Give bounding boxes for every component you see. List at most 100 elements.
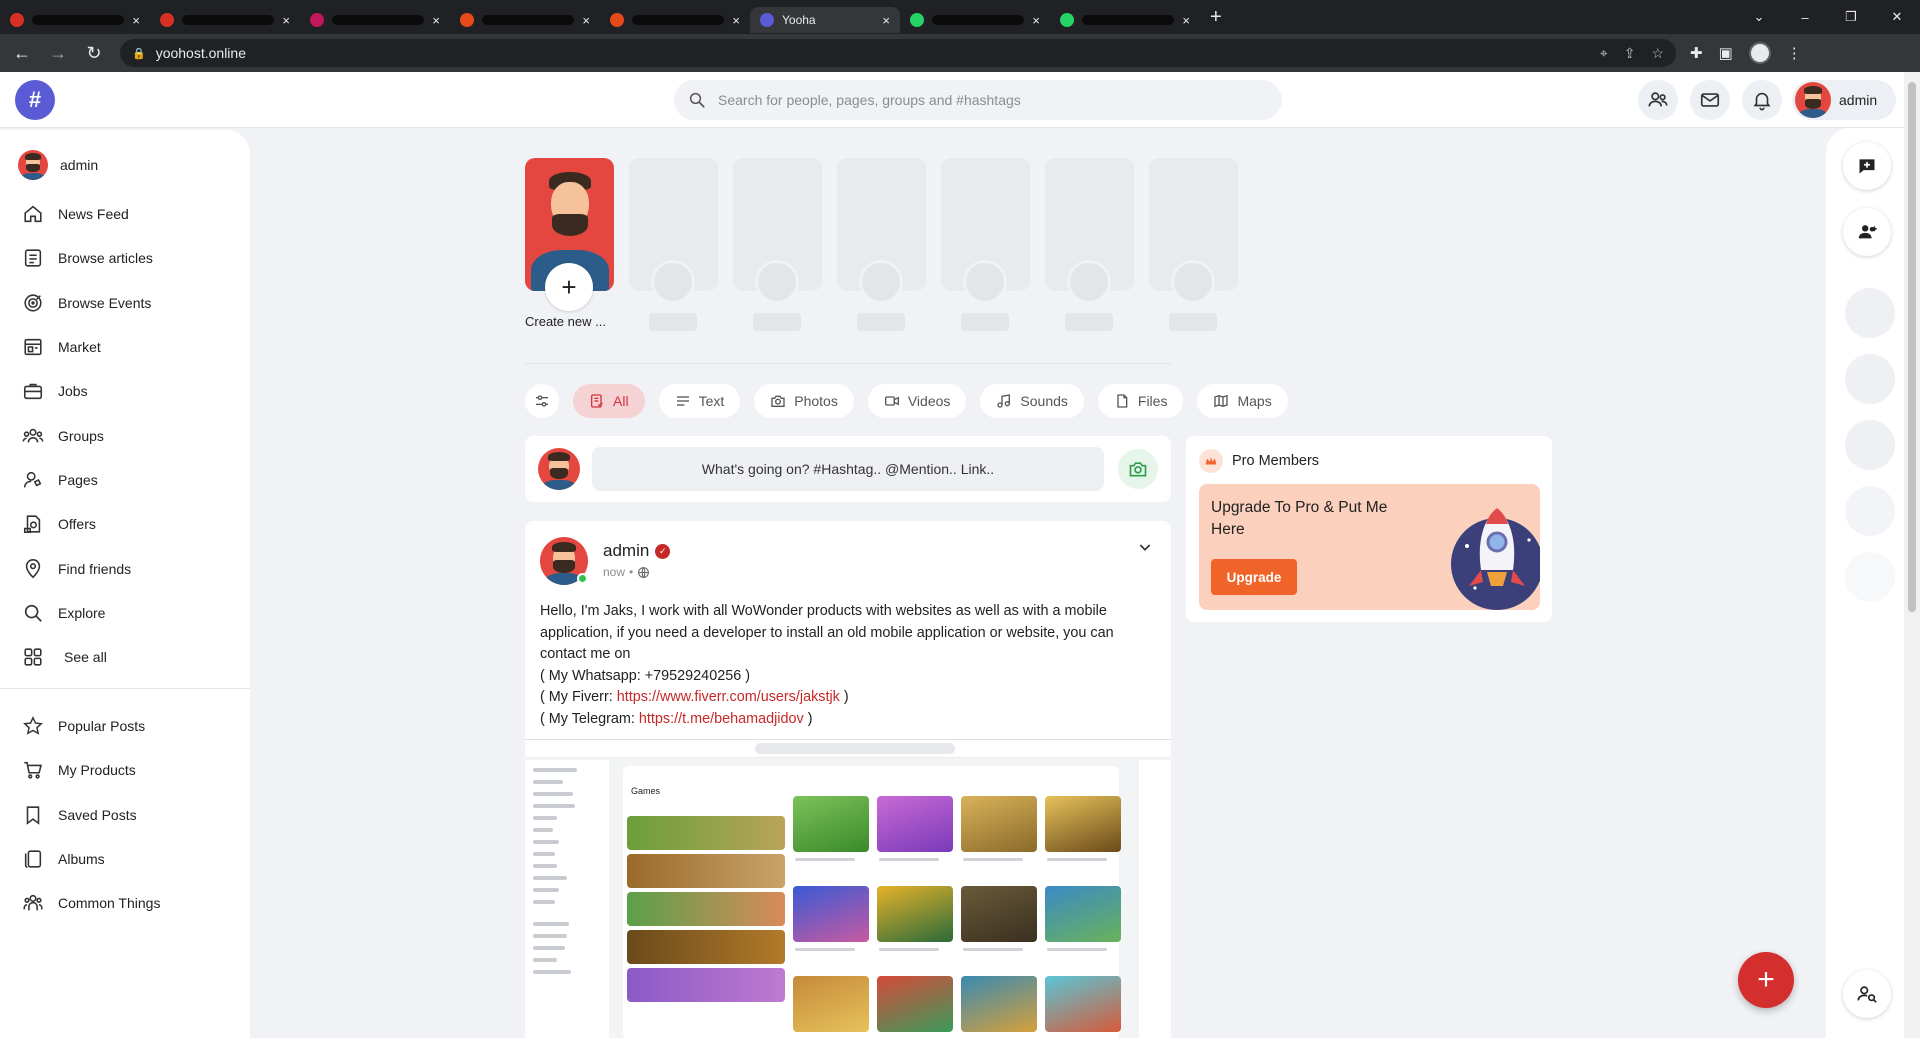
- create-story-label: Create new ...: [525, 314, 606, 329]
- sidebar-item-browse-events[interactable]: Browse Events: [20, 281, 153, 325]
- window-close-icon[interactable]: ✕: [1874, 9, 1920, 25]
- sidebar-profile-link[interactable]: admin: [18, 150, 98, 180]
- back-icon[interactable]: ←: [8, 43, 36, 64]
- user-menu[interactable]: admin: [1792, 80, 1896, 120]
- post-author[interactable]: admin ✓: [603, 541, 671, 561]
- tab-close-icon[interactable]: ×: [882, 13, 890, 28]
- filter-text[interactable]: Text: [658, 384, 741, 418]
- post-text-line: ( My Telegram: https://t.me/behamadjidov…: [540, 710, 813, 727]
- fiverr-link[interactable]: https://www.fiverr.com/users/jakstjk: [617, 689, 840, 705]
- browser-tab[interactable]: ×: [0, 7, 150, 33]
- create-post-fab[interactable]: +: [1738, 952, 1794, 1008]
- browser-tab[interactable]: ×: [150, 7, 300, 33]
- tab-close-icon[interactable]: ×: [582, 13, 590, 28]
- address-bar[interactable]: 🔒 yoohost.online ⌖ ⇪ ☆: [120, 39, 1676, 67]
- messages-button[interactable]: [1690, 80, 1730, 120]
- sidebar-item-saved-posts[interactable]: Saved Posts: [20, 793, 160, 837]
- sidebar-item-find-friends[interactable]: Find friends: [20, 546, 153, 590]
- notifications-button[interactable]: [1742, 80, 1782, 120]
- post-options-button[interactable]: [1137, 539, 1153, 560]
- forward-icon[interactable]: →: [44, 43, 72, 64]
- site-logo[interactable]: #: [15, 80, 55, 120]
- sidebar-item-groups[interactable]: Groups: [20, 413, 153, 457]
- sidebar-item-common-things[interactable]: Common Things: [20, 881, 160, 925]
- sidebar-item-label: Common Things: [58, 895, 161, 912]
- share-icon[interactable]: ⇪: [1624, 45, 1636, 62]
- filter-sounds[interactable]: Sounds: [980, 384, 1084, 418]
- publisher-input[interactable]: What's going on? #Hashtag.. @Mention.. L…: [592, 447, 1104, 491]
- chrome-menu-icon[interactable]: ⋮: [1787, 44, 1802, 62]
- add-user-icon: [1858, 225, 1877, 239]
- new-chat-button[interactable]: [1843, 142, 1891, 190]
- tab-favicon-icon: [460, 13, 474, 27]
- reload-icon[interactable]: ↻: [80, 43, 108, 64]
- add-story-button[interactable]: +: [545, 263, 593, 311]
- add-friend-button[interactable]: [1843, 208, 1891, 256]
- sidebar-item-offers[interactable]: Offers: [20, 502, 153, 546]
- tab-close-icon[interactable]: ×: [132, 13, 140, 28]
- location-pin-icon[interactable]: ⌖: [1600, 45, 1608, 62]
- tab-close-icon[interactable]: ×: [1182, 13, 1190, 28]
- sidebar-item-market[interactable]: Market: [20, 325, 153, 369]
- post-text-line: ( My Fiverr: https://www.fiverr.com/user…: [540, 689, 849, 706]
- contact-placeholder: [1845, 288, 1895, 338]
- tab-close-icon[interactable]: ×: [432, 13, 440, 28]
- sidebar-item-explore[interactable]: Explore: [20, 591, 153, 635]
- app-header: # admin: [0, 72, 1904, 128]
- filter-label: All: [613, 393, 629, 409]
- filter-maps[interactable]: Maps: [1197, 384, 1288, 418]
- sidebar-item-popular-posts[interactable]: Popular Posts: [20, 704, 160, 748]
- search-input[interactable]: [718, 92, 1268, 108]
- tab-close-icon[interactable]: ×: [732, 13, 740, 28]
- publisher-photo-button[interactable]: [1118, 449, 1158, 489]
- window-controls: ⌄ – ❐ ✕: [1736, 0, 1920, 34]
- filter-videos[interactable]: Videos: [867, 384, 967, 418]
- scrollbar-thumb[interactable]: [1908, 82, 1916, 612]
- sidebar-item-news-feed[interactable]: News Feed: [20, 192, 153, 236]
- sidebar-item-pages[interactable]: Pages: [20, 458, 153, 502]
- browser-tab[interactable]: ×: [600, 7, 750, 33]
- browser-tab[interactable]: ×: [450, 7, 600, 33]
- post-text-line: ( My Whatsapp: +79529240256 ): [540, 667, 750, 684]
- upgrade-card: Upgrade To Pro & Put Me Here Upgrade: [1199, 484, 1540, 610]
- browser-tab[interactable]: ×: [300, 7, 450, 33]
- home-icon: [24, 205, 42, 223]
- new-tab-button[interactable]: +: [1210, 6, 1222, 29]
- all-icon: [591, 394, 603, 408]
- browser-tab[interactable]: ×: [1050, 7, 1200, 33]
- upgrade-button[interactable]: Upgrade: [1211, 559, 1297, 595]
- upgrade-card-text: Upgrade To Pro & Put Me Here: [1211, 499, 1388, 538]
- search-bar[interactable]: [674, 80, 1282, 120]
- profile-avatar[interactable]: [1748, 42, 1771, 64]
- filter-settings-button[interactable]: [525, 384, 559, 418]
- extensions-icon[interactable]: ✚: [1690, 44, 1703, 62]
- tab-close-icon[interactable]: ×: [282, 13, 290, 28]
- minimize-icon[interactable]: –: [1782, 10, 1828, 25]
- filter-photos[interactable]: Photos: [754, 384, 854, 418]
- browser-tab-active[interactable]: Yooha ×: [750, 7, 900, 33]
- tab-search-icon[interactable]: ⌄: [1736, 9, 1782, 25]
- pro-members-header: Pro Members: [1199, 449, 1319, 473]
- post-text: Hello, I'm Jaks, I work with all WoWonde…: [540, 601, 1156, 731]
- plus-icon: +: [1757, 963, 1775, 996]
- browser-tab[interactable]: ×: [900, 7, 1050, 33]
- tab-close-icon[interactable]: ×: [1032, 13, 1040, 28]
- friend-requests-button[interactable]: [1638, 80, 1678, 120]
- avatar: [1795, 82, 1831, 118]
- sidebar-item-see-all[interactable]: See all: [20, 635, 153, 679]
- search-contacts-button[interactable]: [1843, 970, 1891, 1018]
- side-panel-icon[interactable]: ▣: [1719, 44, 1733, 62]
- lock-icon[interactable]: 🔒: [132, 47, 146, 60]
- bookmark-star-icon[interactable]: ☆: [1651, 45, 1664, 62]
- filter-files[interactable]: Files: [1097, 384, 1184, 418]
- groups-icon: [22, 428, 44, 443]
- sidebar-item-my-products[interactable]: My Products: [20, 748, 160, 792]
- restore-icon[interactable]: ❐: [1828, 9, 1874, 25]
- sidebar-item-browse-articles[interactable]: Browse articles: [20, 236, 153, 280]
- sidebar-item-albums[interactable]: Albums: [20, 837, 160, 881]
- telegram-link[interactable]: https://t.me/behamadjidov: [639, 711, 804, 727]
- page-scrollbar[interactable]: [1904, 72, 1920, 1038]
- filter-all[interactable]: All: [573, 384, 645, 418]
- post-image[interactable]: Games: [525, 739, 1171, 1038]
- sidebar-item-jobs[interactable]: Jobs: [20, 369, 153, 413]
